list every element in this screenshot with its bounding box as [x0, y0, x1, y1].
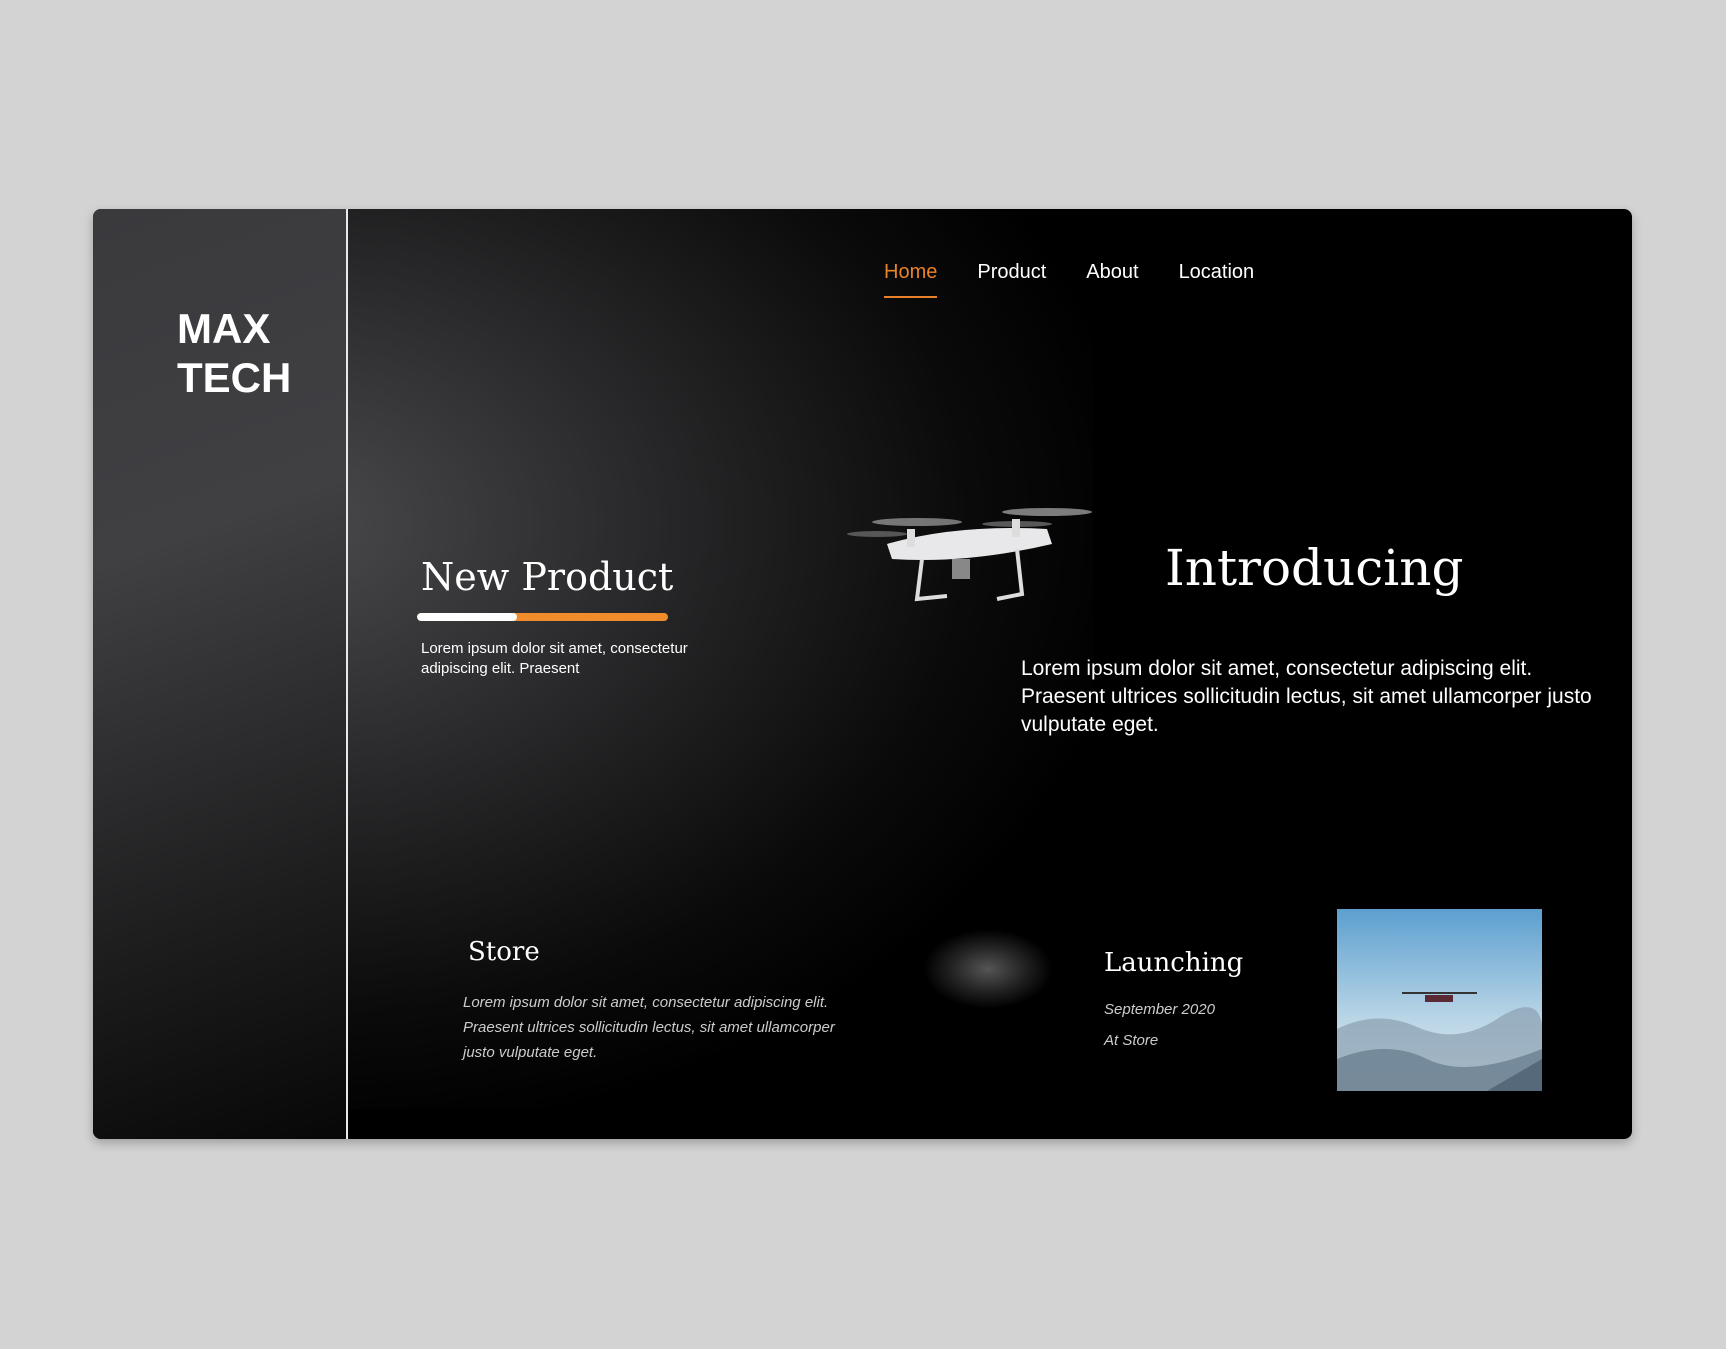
- new-product-title: New Product: [421, 555, 674, 599]
- nav-about[interactable]: About: [1086, 261, 1138, 298]
- main-nav: Home Product About Location: [884, 261, 1254, 298]
- sidebar-divider: [346, 209, 348, 1139]
- drone-image: [847, 508, 1092, 602]
- nav-home[interactable]: Home: [884, 261, 938, 298]
- hero-card: MAX TECH Home Product About Location New…: [93, 209, 1632, 1139]
- nav-location[interactable]: Location: [1179, 261, 1255, 298]
- logo-line2: TECH: [177, 354, 292, 401]
- new-product-text: Lorem ipsum dolor sit amet, consectetur …: [421, 640, 688, 677]
- store-title: Store: [468, 937, 540, 967]
- launch-place: At Store: [1104, 1032, 1159, 1049]
- glow-decoration: [923, 929, 1053, 1009]
- new-product-progress: [417, 613, 668, 621]
- logo[interactable]: MAX TECH: [177, 304, 291, 402]
- launching-title: Launching: [1104, 948, 1244, 978]
- introducing-text: Lorem ipsum dolor sit amet, consectetur …: [1021, 657, 1592, 736]
- nav-product[interactable]: Product: [977, 261, 1046, 298]
- launch-date: September 2020: [1104, 1001, 1215, 1018]
- store-text: Lorem ipsum dolor sit amet, consectetur …: [463, 994, 835, 1061]
- logo-line1: MAX: [177, 305, 271, 352]
- introducing-title: Introducing: [1165, 539, 1464, 597]
- progress-fill: [417, 613, 518, 621]
- drone-mountains-photo: [1337, 909, 1542, 1091]
